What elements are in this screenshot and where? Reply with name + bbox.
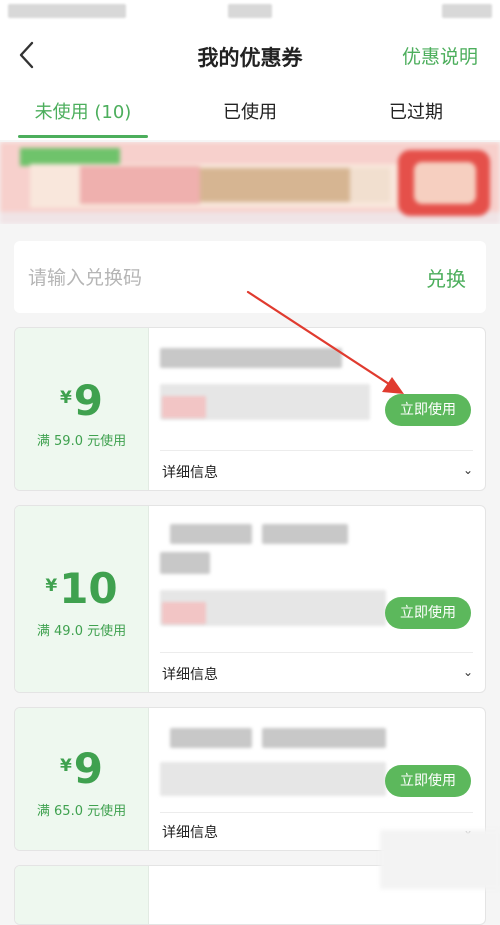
coupon-tag-blurred: [162, 602, 206, 624]
chevron-down-icon[interactable]: ⌄: [463, 665, 473, 679]
coupon-condition: 满 59.0 元使用: [36, 434, 127, 449]
coupon-card: ¥10 满 49.0 元使用 立即使用 详细信息 ⌄: [14, 505, 486, 693]
coupon-explain-link[interactable]: 优惠说明: [402, 42, 478, 69]
redeem-button[interactable]: 兑换: [426, 263, 466, 292]
divider: [160, 812, 473, 813]
coupon-info: 立即使用 详细信息 ⌄: [148, 506, 485, 692]
status-bar-blurred-center: [228, 4, 272, 18]
active-tab-indicator: [18, 135, 148, 138]
coupon-title-blurred: [160, 348, 342, 368]
coupon-tag-blurred: [162, 396, 206, 418]
tab-unused[interactable]: 未使用 (10): [18, 98, 148, 124]
detail-info-toggle[interactable]: 详细信息: [162, 462, 218, 482]
divider: [160, 652, 473, 653]
coupon-amount: ¥9: [15, 744, 148, 793]
detail-info-toggle[interactable]: 详细信息: [162, 664, 218, 684]
promo-banner-blurred-content: [0, 142, 500, 224]
divider: [160, 450, 473, 451]
coupon-info: 立即使用 详细信息 ⌄: [148, 328, 485, 490]
status-bar: [0, 0, 500, 24]
coupon-amount: ¥9: [15, 376, 148, 425]
coupon-title-blurred: [170, 524, 252, 544]
coupon-info: 立即使用 详细信息 ⌄: [148, 708, 485, 850]
status-bar-blurred-right: [442, 4, 492, 18]
currency-symbol: ¥: [59, 388, 72, 408]
coupon-amount-panel: ¥9 满 65.0 元使用: [15, 708, 149, 850]
promo-banner[interactable]: [0, 142, 500, 224]
tab-bar: 未使用 (10) 已使用 已过期: [0, 86, 500, 140]
tab-expired[interactable]: 已过期: [366, 98, 466, 124]
tab-used[interactable]: 已使用: [200, 98, 300, 124]
chevron-down-icon[interactable]: ⌄: [463, 463, 473, 477]
currency-symbol: ¥: [59, 756, 72, 776]
currency-symbol: ¥: [45, 576, 58, 596]
coupon-condition: 满 49.0 元使用: [36, 624, 127, 639]
coupon-desc-blurred: [160, 762, 386, 796]
use-now-button[interactable]: 立即使用: [385, 765, 471, 797]
coupon-value: 10: [59, 564, 118, 613]
coupon-amount-panel: [15, 866, 149, 924]
coupon-value: 9: [73, 744, 104, 793]
redeem-code-box: 兑换: [14, 241, 486, 313]
detail-info-toggle[interactable]: 详细信息: [162, 822, 218, 842]
coupon-amount-panel: ¥10 满 49.0 元使用: [15, 506, 149, 692]
nav-bar: 我的优惠券 优惠说明: [0, 24, 500, 86]
coupon-title-blurred: [170, 728, 252, 748]
coupon-card: ¥9 满 59.0 元使用 立即使用 详细信息 ⌄: [14, 327, 486, 491]
coupon-title-blurred: [262, 524, 348, 544]
use-now-button[interactable]: 立即使用: [385, 394, 471, 426]
redeem-code-input[interactable]: [26, 257, 390, 299]
status-bar-blurred-left: [8, 4, 126, 18]
blurred-overlay: [380, 830, 500, 889]
coupon-value: 9: [73, 376, 104, 425]
coupon-condition: 满 65.0 元使用: [36, 804, 127, 819]
coupon-title-blurred: [160, 552, 210, 574]
coupon-title-blurred: [262, 728, 386, 748]
coupon-amount: ¥10: [15, 564, 148, 613]
coupon-amount-panel: ¥9 满 59.0 元使用: [15, 328, 149, 490]
use-now-button[interactable]: 立即使用: [385, 597, 471, 629]
